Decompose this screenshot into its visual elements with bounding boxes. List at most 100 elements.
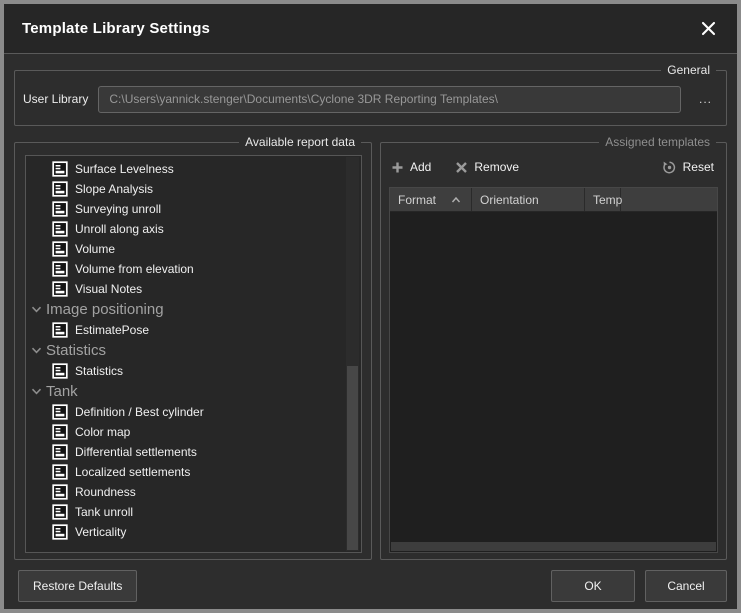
add-button[interactable]: Add — [391, 160, 431, 174]
table-hscrollbar-thumb[interactable] — [391, 542, 716, 551]
tree-group[interactable]: Statistics — [26, 340, 344, 361]
tree-item[interactable]: EstimatePose — [26, 320, 344, 340]
tree-item[interactable]: Tank unroll — [26, 502, 344, 522]
column-header-format[interactable]: Format — [390, 188, 472, 211]
tree-item[interactable]: Unroll along axis — [26, 219, 344, 239]
x-icon — [455, 161, 468, 174]
template-library-settings-dialog: Template Library Settings General User L… — [4, 4, 737, 609]
tree-vertical-scrollbar — [346, 157, 359, 551]
column-header-orientation[interactable]: Orientation — [472, 188, 585, 211]
tree-item[interactable]: Localized settlements — [26, 462, 344, 482]
chevron-down-icon[interactable] — [30, 345, 42, 357]
remove-button[interactable]: Remove — [455, 160, 519, 174]
tree-item-label: Roundness — [75, 485, 136, 499]
sort-ascending-icon — [451, 196, 461, 204]
tree-item-label: Differential settlements — [75, 445, 197, 459]
table-header-row: Format Orientation Temp — [390, 188, 717, 212]
assigned-templates-table: Format Orientation Temp — [389, 187, 718, 553]
column-header-label: Temp — [593, 193, 622, 207]
report-icon — [52, 261, 68, 277]
assigned-toolbar: Add Remove — [391, 155, 714, 179]
tree-item[interactable]: Visual Notes — [26, 279, 344, 299]
report-icon — [52, 404, 68, 420]
add-label: Add — [410, 160, 431, 174]
report-icon — [52, 524, 68, 540]
report-icon — [52, 241, 68, 257]
tree-item[interactable]: Definition / Best cylinder — [26, 402, 344, 422]
tree-item-label: Slope Analysis — [75, 182, 153, 196]
column-header-label: Format — [398, 193, 436, 207]
tree-item-label: Tank unroll — [75, 505, 133, 519]
column-header-label: Orientation — [480, 193, 539, 207]
assigned-legend: Assigned templates — [599, 134, 716, 150]
tree-item[interactable]: Volume — [26, 239, 344, 259]
tree-item[interactable]: Volume from elevation — [26, 259, 344, 279]
report-icon — [52, 221, 68, 237]
restore-defaults-button[interactable]: Restore Defaults — [18, 570, 137, 602]
tree-item-label: Statistics — [75, 364, 123, 378]
remove-label: Remove — [474, 160, 519, 174]
tree-group-label: Statistics — [46, 342, 106, 359]
report-icon — [52, 504, 68, 520]
tree-item-label: Volume — [75, 242, 115, 256]
window-frame: Template Library Settings General User L… — [0, 0, 741, 613]
tree-item-label: Surface Levelness — [75, 162, 174, 176]
tree-item-label: Verticality — [75, 525, 126, 539]
tree-scrollbar-thumb[interactable] — [347, 366, 358, 550]
tree-item[interactable]: Color map — [26, 422, 344, 442]
report-icon — [52, 281, 68, 297]
report-icon — [52, 201, 68, 217]
tree-item[interactable]: Surveying unroll — [26, 199, 344, 219]
assigned-templates-group: Assigned templates Add Remo — [380, 142, 727, 560]
report-icon — [52, 161, 68, 177]
tree-group-label: Tank — [46, 383, 78, 400]
dialog-body: General User Library ... Available repor… — [4, 54, 737, 609]
plus-icon — [391, 161, 404, 174]
tree-item-label: Visual Notes — [75, 282, 142, 296]
column-header-temp[interactable]: Temp — [585, 188, 621, 211]
report-icon — [52, 424, 68, 440]
report-icon — [52, 464, 68, 480]
available-report-data-group: Available report data Surface LevelnessS… — [14, 142, 372, 560]
panels-row: Available report data Surface LevelnessS… — [14, 142, 727, 560]
general-legend: General — [661, 62, 716, 78]
tree-item-label: Unroll along axis — [75, 222, 164, 236]
general-group: General User Library ... — [14, 70, 727, 126]
available-legend: Available report data — [239, 134, 361, 150]
tree-item[interactable]: Roundness — [26, 482, 344, 502]
tree-item-label: Surveying unroll — [75, 202, 161, 216]
cancel-button[interactable]: Cancel — [645, 570, 727, 602]
report-data-listbox: Surface Levelness Slope Analysis Surveying… — [25, 155, 362, 553]
tree-item[interactable]: Statistics — [26, 361, 344, 381]
table-body-empty[interactable] — [390, 212, 717, 542]
tree-item[interactable]: Verticality — [26, 522, 344, 542]
browse-button[interactable]: ... — [695, 92, 716, 106]
table-horizontal-scrollbar — [390, 542, 717, 552]
tree-group-label: Image positioning — [46, 301, 164, 318]
report-icon — [52, 444, 68, 460]
titlebar: Template Library Settings — [4, 4, 737, 54]
tree-item-label: Color map — [75, 425, 130, 439]
close-button[interactable] — [695, 16, 721, 42]
reset-button[interactable]: Reset — [662, 160, 714, 175]
close-icon — [700, 20, 717, 37]
chevron-down-icon[interactable] — [30, 304, 42, 316]
chevron-down-icon[interactable] — [30, 386, 42, 398]
tree-item-label: Localized settlements — [75, 465, 190, 479]
tree-item-label: EstimatePose — [75, 323, 149, 337]
report-icon — [52, 181, 68, 197]
tree-item[interactable]: Differential settlements — [26, 442, 344, 462]
tree-group[interactable]: Tank — [26, 381, 344, 402]
report-icon — [52, 322, 68, 338]
tree-item-label: Volume from elevation — [75, 262, 194, 276]
user-library-label: User Library — [23, 92, 88, 106]
ok-button[interactable]: OK — [551, 570, 635, 602]
tree-item[interactable]: Surface Levelness — [26, 159, 344, 179]
tree-item[interactable]: Slope Analysis — [26, 179, 344, 199]
report-icon — [52, 363, 68, 379]
user-library-input[interactable] — [98, 86, 681, 113]
report-data-tree: Surface Levelness Slope Analysis Surveying… — [26, 159, 344, 542]
tree-item-label: Definition / Best cylinder — [75, 405, 204, 419]
column-header-empty[interactable] — [621, 188, 717, 211]
tree-group[interactable]: Image positioning — [26, 299, 344, 320]
